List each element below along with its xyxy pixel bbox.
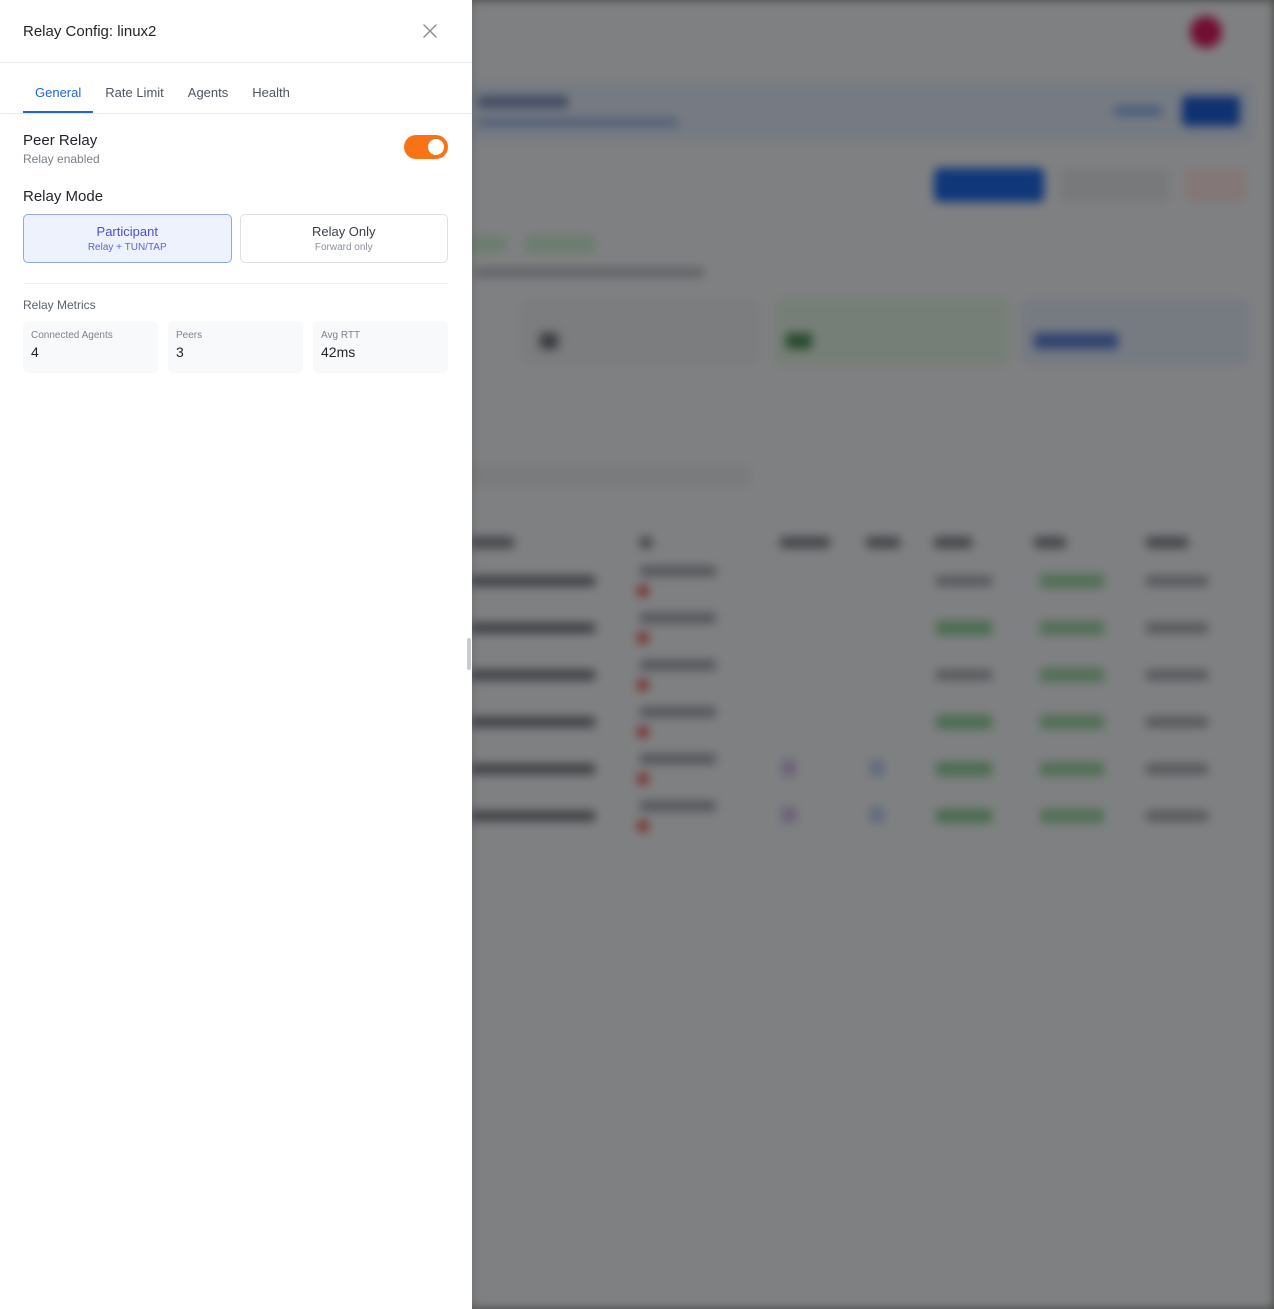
mode-option-desc: Relay + TUN/TAP — [87, 242, 167, 253]
metric-label: Peers — [176, 330, 203, 341]
mode-option-desc: Forward only — [314, 242, 373, 253]
general-panel: Peer Relay Relay enabled Relay Mode Part… — [0, 132, 472, 373]
peer-relay-toggle[interactable] — [404, 135, 448, 159]
relay-mode-options: Participant Relay + TUN/TAP Relay Only F… — [23, 214, 448, 263]
peer-relay-title: Peer Relay — [23, 132, 98, 149]
drawer-resize-handle[interactable] — [467, 638, 471, 670]
tab-general[interactable]: General — [23, 85, 94, 113]
close-button[interactable] — [420, 21, 440, 41]
metric-connected-agents: Connected Agents 4 — [23, 321, 158, 373]
metric-label: Connected Agents — [31, 330, 113, 341]
relay-mode-participant[interactable]: Participant Relay + TUN/TAP — [23, 214, 232, 263]
tab-agents[interactable]: Agents — [176, 85, 240, 113]
relay-metrics-grid: Connected Agents 4 Peers 3 Avg RTT 42ms — [23, 321, 448, 373]
tab-rate-limit[interactable]: Rate Limit — [93, 85, 176, 113]
divider — [23, 283, 448, 284]
peer-relay-status: Relay enabled — [23, 152, 100, 166]
drawer-header: Relay Config: linux2 — [0, 0, 472, 63]
metric-value: 4 — [31, 344, 39, 360]
relay-mode-title: Relay Mode — [23, 188, 104, 205]
peer-relay-row: Peer Relay Relay enabled — [23, 132, 448, 166]
drawer-title: Relay Config: linux2 — [23, 22, 157, 40]
tab-health[interactable]: Health — [240, 85, 302, 113]
metric-peers: Peers 3 — [168, 321, 303, 373]
relay-metrics-title: Relay Metrics — [23, 298, 96, 312]
tab-bar: General Rate Limit Agents Health — [0, 63, 472, 114]
metric-value: 42ms — [321, 344, 356, 360]
close-icon — [423, 24, 437, 38]
mode-option-name: Relay Only — [311, 224, 376, 239]
toggle-knob — [428, 139, 444, 155]
metric-label: Avg RTT — [321, 330, 361, 341]
metric-avg-rtt: Avg RTT 42ms — [313, 321, 448, 373]
relay-mode-relay-only[interactable]: Relay Only Forward only — [239, 214, 448, 263]
mode-option-name: Participant — [96, 224, 158, 239]
relay-config-drawer: Relay Config: linux2 General Rate Limit … — [0, 0, 472, 1309]
metric-value: 3 — [176, 344, 184, 360]
